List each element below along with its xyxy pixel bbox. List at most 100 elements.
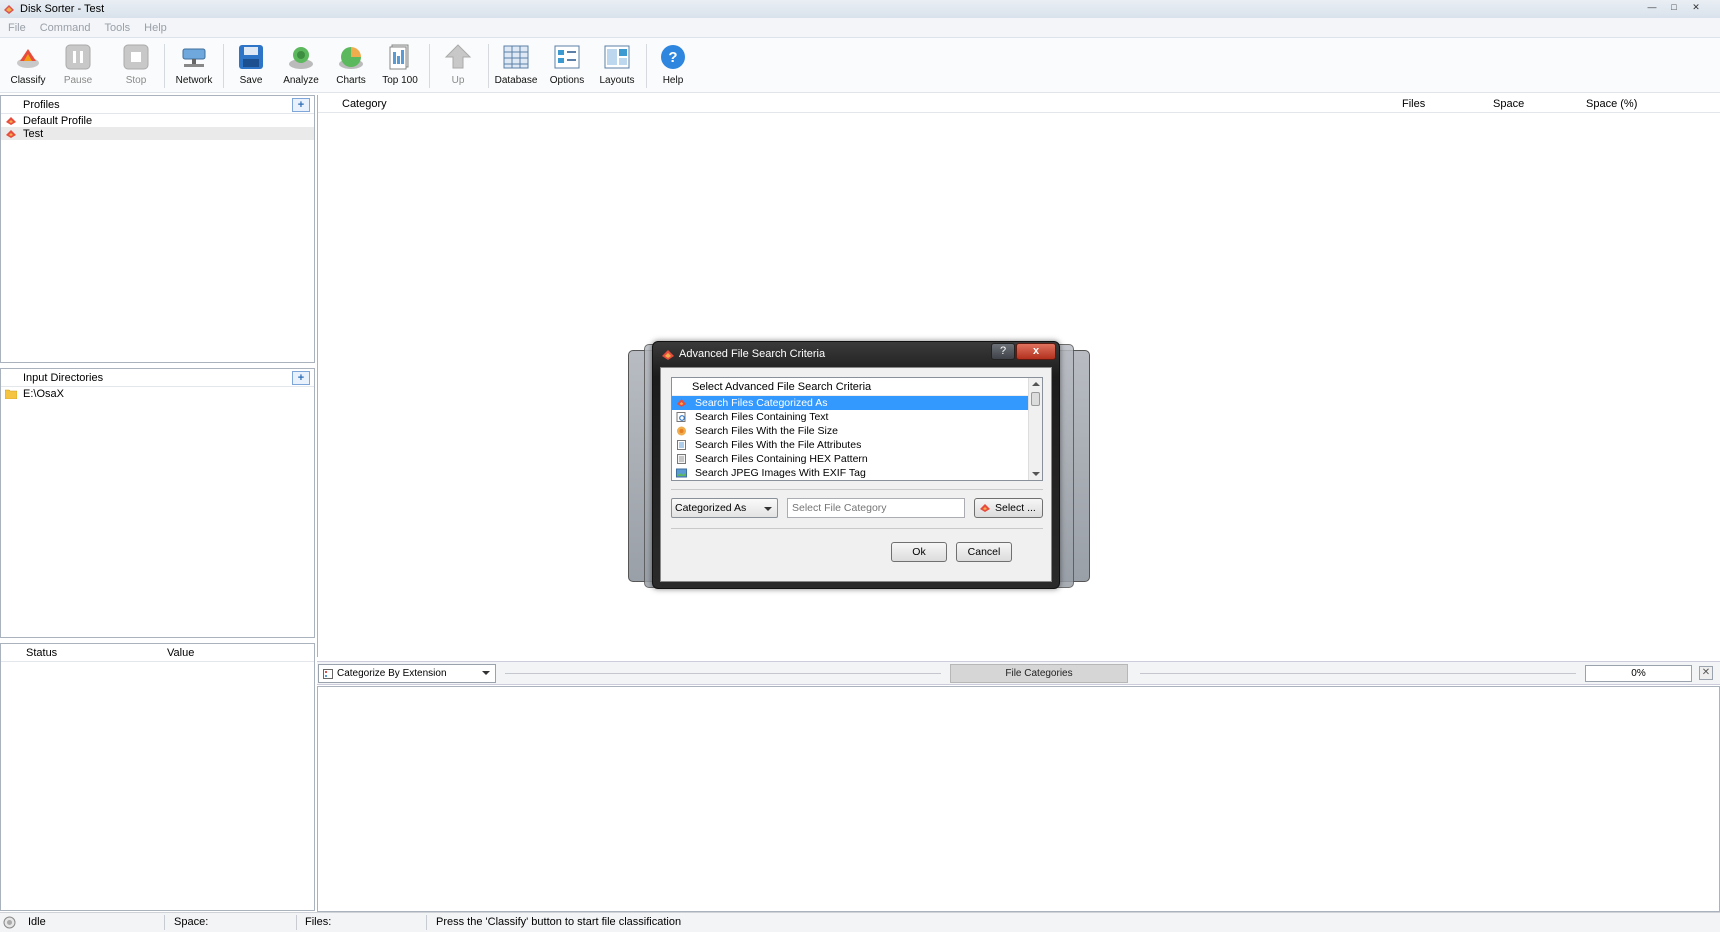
profiles-header: Profiles + (1, 96, 314, 114)
space-percent-column-header[interactable]: Space (%) (1586, 98, 1637, 110)
criteria-item[interactable]: Search JPEG Images With EXIF Tag (672, 466, 1028, 480)
divider (671, 489, 1043, 490)
dialog-close-button[interactable]: x (1016, 343, 1056, 360)
pause-icon (64, 43, 92, 71)
maximize-button[interactable]: □ (1664, 0, 1684, 14)
advanced-search-dialog: Advanced File Search Criteria ? x Select… (652, 341, 1060, 589)
network-icon (180, 43, 208, 71)
dialog-help-button[interactable]: ? (991, 343, 1015, 360)
categorize-by-dropdown[interactable]: Categorize By Extension (318, 664, 496, 683)
input-directories-header: Input Directories + (1, 369, 314, 387)
status-panel: Status Value (0, 643, 315, 911)
criteria-list-header: Select Advanced File Search Criteria (672, 378, 1042, 396)
menu-file[interactable]: File (8, 22, 26, 34)
status-column-header[interactable]: Status (26, 647, 57, 659)
title-bar: Disk Sorter - Test — □ ✕ (0, 0, 1720, 18)
charts-button[interactable]: Charts (325, 43, 377, 86)
classify-button[interactable]: Classify (2, 43, 54, 86)
categorize-icon (323, 668, 333, 679)
up-button[interactable]: Up (432, 43, 484, 86)
stop-icon (122, 43, 150, 71)
criteria-item[interactable]: Search Files Categorized As (672, 396, 1028, 410)
close-icon[interactable]: ✕ (1699, 666, 1713, 680)
add-directory-button[interactable]: + (292, 371, 310, 385)
hex-pattern-icon (677, 454, 686, 464)
dialog-title: Advanced File Search Criteria (679, 348, 826, 360)
profile-item[interactable]: Test (1, 127, 314, 140)
status-state: Idle (28, 916, 46, 928)
network-button[interactable]: Network (168, 43, 220, 86)
stop-button[interactable]: Stop (110, 43, 162, 86)
file-size-icon (677, 426, 686, 436)
status-bar: Idle Space: Files: Press the 'Classify' … (0, 912, 1720, 932)
chevron-down-icon (482, 671, 490, 675)
idle-status-icon (3, 916, 16, 929)
file-categories-button[interactable]: File Categories (950, 664, 1128, 683)
ok-button[interactable]: Ok (891, 542, 947, 562)
file-attributes-icon (677, 440, 686, 450)
log-area (317, 686, 1720, 912)
directory-item[interactable]: E:\OsaX (1, 387, 314, 400)
text-search-icon (676, 412, 686, 422)
layouts-icon (603, 43, 631, 71)
input-directories-panel: Input Directories + E:\OsaX (0, 368, 315, 638)
value-column-header[interactable]: Value (167, 647, 194, 659)
progress-percent: 0% (1585, 665, 1692, 682)
menu-command[interactable]: Command (40, 22, 91, 34)
scroll-up-icon[interactable] (1032, 382, 1040, 386)
analyze-button[interactable]: Analyze (275, 43, 327, 86)
cancel-button[interactable]: Cancel (956, 542, 1012, 562)
category-bar: Categorize By Extension File Categories … (317, 661, 1720, 685)
profile-item[interactable]: Default Profile (1, 114, 314, 127)
profiles-panel: Profiles + Default Profile Test (0, 95, 315, 363)
status-message: Press the 'Classify' button to start fil… (436, 916, 682, 928)
files-column-header[interactable]: Files (1402, 98, 1425, 110)
scroll-down-icon[interactable] (1032, 472, 1040, 476)
charts-icon (337, 43, 365, 71)
top100-button[interactable]: Top 100 (374, 43, 426, 86)
database-button[interactable]: Database (490, 43, 542, 86)
file-category-input[interactable] (787, 498, 965, 518)
criteria-list[interactable]: Select Advanced File Search Criteria Sea… (671, 377, 1043, 481)
help-button[interactable]: ? Help (647, 43, 699, 86)
save-button[interactable]: Save (225, 43, 277, 86)
operator-dropdown[interactable]: Categorized As (671, 498, 778, 518)
menu-help[interactable]: Help (144, 22, 167, 34)
window-title: Disk Sorter - Test (20, 3, 105, 15)
menu-tools[interactable]: Tools (104, 22, 130, 34)
select-category-button[interactable]: Select ... (974, 498, 1043, 518)
toolbar: Classify Pause Stop Network Save Analyze… (0, 38, 1720, 93)
add-profile-button[interactable]: + (292, 98, 310, 112)
chevron-down-icon (764, 507, 772, 511)
criteria-item[interactable]: Search Files With the File Size (672, 424, 1028, 438)
status-space: Space: (174, 916, 209, 928)
criteria-item[interactable]: Search Files Containing HEX Pattern (672, 452, 1028, 466)
category-column-header[interactable]: Category (342, 98, 387, 110)
category-icon (677, 399, 686, 407)
status-files: Files: (305, 916, 332, 928)
dialog-app-icon (662, 350, 674, 360)
profile-icon (6, 129, 16, 138)
up-arrow-icon (444, 43, 472, 71)
analyze-icon (287, 43, 315, 71)
criteria-item[interactable]: Search Files Containing Text (672, 410, 1028, 424)
criteria-scrollbar[interactable] (1028, 378, 1042, 480)
save-icon (237, 43, 265, 71)
scroll-thumb[interactable] (1031, 392, 1040, 406)
layouts-button[interactable]: Layouts (591, 43, 643, 86)
database-icon (502, 43, 530, 71)
criteria-item[interactable]: Search Files With the File Attributes (672, 438, 1028, 452)
options-button[interactable]: Options (541, 43, 593, 86)
top100-icon (386, 43, 414, 71)
folder-icon (5, 389, 17, 399)
divider (671, 528, 1043, 529)
pause-button[interactable]: Pause (52, 43, 104, 86)
dialog-body: Select Advanced File Search Criteria Sea… (660, 367, 1052, 582)
minimize-button[interactable]: — (1642, 0, 1662, 14)
svg-text:?: ? (668, 49, 677, 66)
classify-icon (14, 43, 42, 71)
category-icon (980, 504, 990, 512)
space-column-header[interactable]: Space (1493, 98, 1524, 110)
close-button[interactable]: ✕ (1686, 0, 1706, 14)
app-logo-icon (4, 5, 14, 14)
